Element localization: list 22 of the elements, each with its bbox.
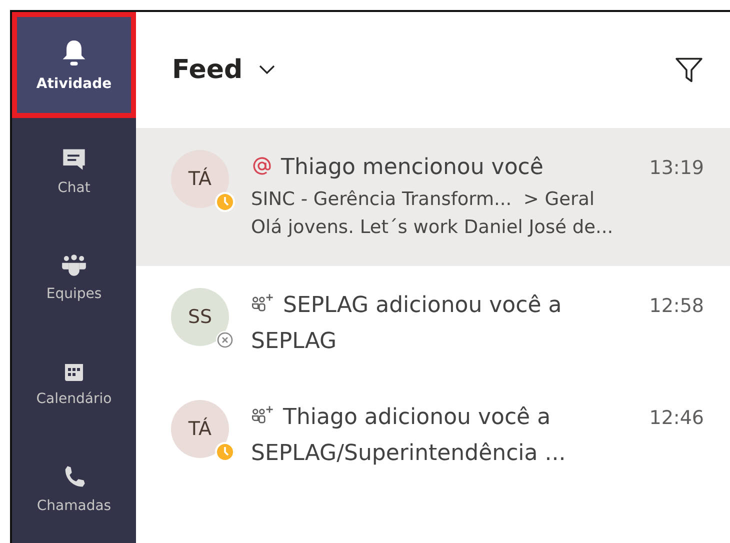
notification-title: SEPLAG adicionou você a SEPLAG — [251, 292, 563, 356]
filter-button[interactable] — [674, 55, 704, 85]
feed-item[interactable]: TÁ Thiago adicionou você a SEPLAG/Superintendência ... 12:46 — [136, 378, 730, 490]
nav-item[interactable]: Equipes — [12, 224, 136, 330]
notification-text: Olá jovens. Let´s work Daniel José de... — [251, 216, 614, 240]
timestamp: 12:46 — [649, 406, 704, 431]
timestamp: 13:19 — [649, 156, 704, 181]
timestamp: 12:58 — [649, 294, 704, 319]
nav-item[interactable]: Chat — [12, 118, 136, 224]
nav-item[interactable]: Chamadas — [12, 436, 136, 542]
feed-item[interactable]: SS SEPLAG adicionou você a SEPLAG 12:58 — [136, 266, 730, 378]
avatar-initials: TÁ — [188, 168, 212, 190]
feed-title-dropdown[interactable]: Feed — [172, 55, 275, 85]
feed-item[interactable]: TÁ Thiago mencionou você SINC - Gerência Transform... > Geral Olá jovens. Let´s work Daniel José de... 13:19 — [136, 128, 730, 266]
notification-title: Thiago adicionou você a SEPLAG/Superintendência ... — [251, 404, 567, 468]
avatar-initials: SS — [188, 306, 212, 328]
nav-item[interactable]: Atividade — [12, 12, 136, 118]
avatar-initials: TÁ — [188, 418, 212, 440]
notification-text: SINC - Gerência Transform... > Geral — [251, 188, 596, 212]
chevron-icon — [258, 65, 275, 75]
nav-item[interactable]: Calendário — [12, 330, 136, 436]
notification-title: Thiago mencionou você — [251, 150, 614, 186]
